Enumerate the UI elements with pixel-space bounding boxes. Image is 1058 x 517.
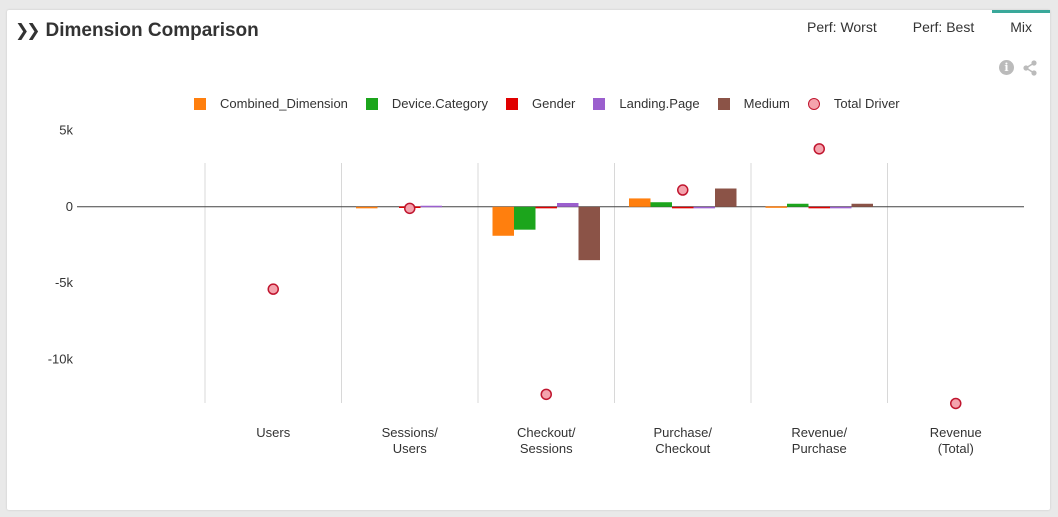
y-tick-label: -5k — [55, 275, 74, 290]
bar — [535, 206, 557, 209]
bar — [715, 188, 737, 207]
x-tick-label: Purchase/ — [653, 425, 712, 440]
bar — [650, 202, 672, 207]
bar — [830, 206, 852, 209]
y-tick-label: -10k — [48, 351, 74, 366]
bar — [356, 206, 378, 209]
x-tick-label: Sessions/ — [382, 425, 439, 440]
driver-point — [267, 283, 279, 295]
driver-point — [950, 397, 962, 410]
bar — [693, 206, 715, 209]
x-tick-label: (Total) — [938, 441, 974, 456]
x-tick-label: Checkout — [655, 441, 710, 456]
bar — [787, 203, 809, 207]
x-tick-label: Revenue/ — [791, 425, 847, 440]
driver-point — [404, 202, 416, 215]
bar — [492, 206, 514, 236]
bar — [851, 203, 873, 207]
x-tick-label: Purchase — [792, 441, 847, 456]
x-tick-label: Revenue — [930, 425, 982, 440]
driver-point — [813, 143, 825, 155]
bar — [557, 202, 579, 207]
bar — [808, 206, 830, 209]
x-tick-label: Sessions — [520, 441, 573, 456]
bar — [765, 206, 787, 208]
x-tick-label: Users — [393, 441, 427, 456]
bar — [578, 206, 600, 261]
y-tick-label: 5k — [59, 123, 73, 138]
bar — [629, 198, 651, 207]
x-tick-label: Checkout/ — [517, 425, 576, 440]
bar — [420, 205, 442, 208]
y-tick-label: 0 — [66, 199, 73, 214]
bar — [514, 206, 536, 230]
x-tick-label: Users — [256, 425, 290, 440]
bar-chart: 5k0-5k-10kUsers Sessions/UsersCheckout/Se… — [48, 123, 1024, 456]
bar — [672, 206, 694, 209]
driver-point — [677, 184, 689, 196]
dimension-comparison-card: ❯❯ Dimension Comparison Perf: Worst Perf… — [7, 10, 1050, 510]
driver-point — [540, 388, 552, 401]
